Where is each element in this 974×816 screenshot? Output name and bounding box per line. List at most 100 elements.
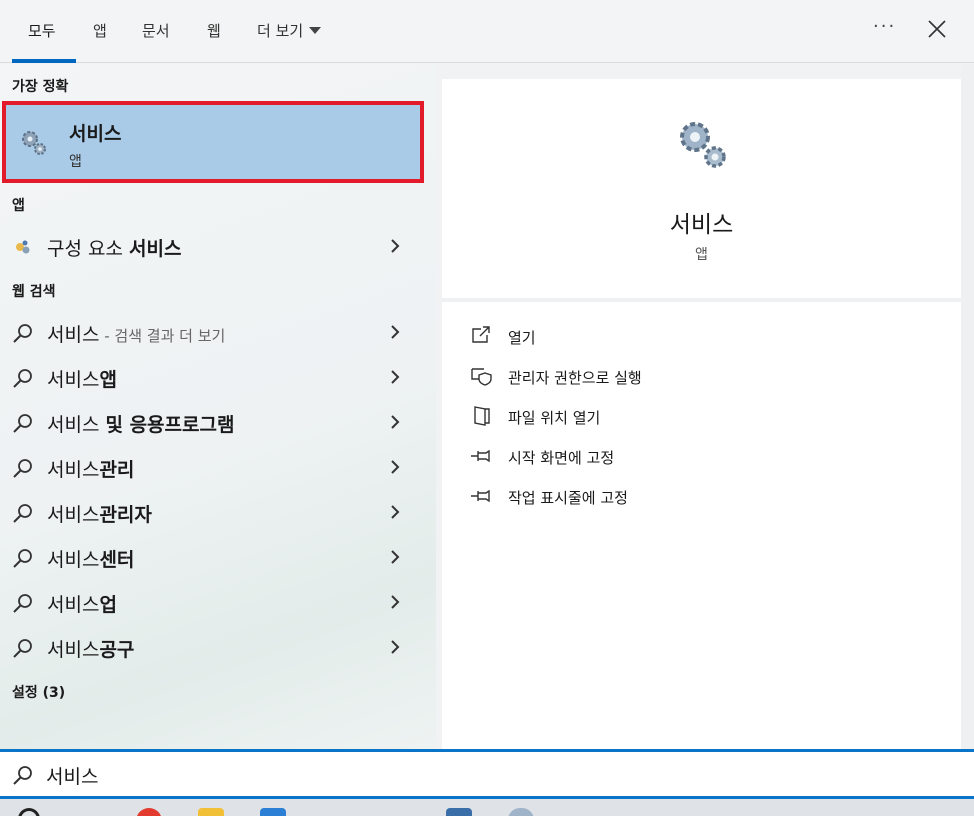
web-result[interactable]: 서비스 및 응용프로그램 xyxy=(0,400,424,444)
chevron-right-icon[interactable] xyxy=(389,548,401,566)
web-result-prefix: 서비스 xyxy=(47,369,100,391)
web-result[interactable]: 서비스관리 xyxy=(0,445,424,489)
search-icon xyxy=(13,549,32,568)
best-match-item[interactable]: 서비스 앱 xyxy=(2,101,424,183)
chevron-right-icon[interactable] xyxy=(389,458,401,476)
search-icon xyxy=(13,369,32,388)
search-icon xyxy=(13,324,32,343)
web-result-hint: - 검색 결과 더 보기 xyxy=(99,327,226,345)
action-pin-to-start[interactable]: 시작 화면에 고정 xyxy=(470,444,870,470)
search-input[interactable] xyxy=(46,758,926,792)
active-tab-indicator xyxy=(12,59,76,63)
chevron-right-icon[interactable] xyxy=(389,413,401,431)
web-result-label: 서비스센터 xyxy=(47,545,134,572)
search-icon xyxy=(13,414,32,433)
tab-all[interactable]: 모두 xyxy=(28,20,56,60)
search-icon xyxy=(13,639,32,658)
search-icon xyxy=(13,459,32,478)
web-result[interactable]: 서비스업 xyxy=(0,580,424,624)
web-result-bold: 관리자 xyxy=(99,504,152,526)
shield-icon xyxy=(471,368,492,386)
web-result-label: 서비스관리자 xyxy=(47,500,152,527)
detail-actions: 열기 관리자 권한으로 실행 파일 위치 열기 시작 화면에 고정 작업 표시줄… xyxy=(442,302,961,749)
tab-more-label: 더 보기 xyxy=(257,22,304,40)
open-icon xyxy=(472,326,490,343)
web-result-prefix: 서비스 xyxy=(47,324,100,346)
section-settings[interactable]: 설정 (3) xyxy=(12,682,65,702)
caret-down-icon xyxy=(309,27,322,34)
chevron-right-icon[interactable] xyxy=(389,593,401,611)
taskbar-store-icon[interactable] xyxy=(260,808,286,816)
chevron-right-icon[interactable] xyxy=(389,237,401,255)
chevron-right-icon[interactable] xyxy=(389,503,401,521)
action-label: 파일 위치 열기 xyxy=(508,409,601,427)
taskbar-services-icon[interactable] xyxy=(508,808,534,816)
search-tabbar: 모두 앱 문서 웹 더 보기 ··· xyxy=(0,0,974,63)
action-pin-to-taskbar[interactable]: 작업 표시줄에 고정 xyxy=(470,484,870,510)
pin-icon xyxy=(471,489,490,503)
detail-header: 서비스 앱 xyxy=(442,79,961,298)
chevron-right-icon[interactable] xyxy=(389,638,401,656)
web-result[interactable]: 서비스관리자 xyxy=(0,490,424,534)
best-match-title: 서비스 xyxy=(69,123,122,145)
search-icon xyxy=(13,766,32,785)
search-icon xyxy=(13,504,32,523)
web-result-bold: 공구 xyxy=(99,639,135,661)
web-result-prefix: 서비스 xyxy=(47,459,100,481)
web-result-prefix: 서비스 xyxy=(47,639,100,661)
detail-subtitle: 앱 xyxy=(695,247,708,263)
search-icon xyxy=(13,594,32,613)
action-label: 시작 화면에 고정 xyxy=(508,449,615,467)
web-result[interactable]: 서비스공구 xyxy=(0,625,424,669)
web-result-bold: 센터 xyxy=(99,549,135,571)
file-location-icon xyxy=(474,406,490,426)
chevron-right-icon[interactable] xyxy=(389,368,401,386)
web-result-bold: 앱 xyxy=(99,369,117,391)
close-icon[interactable] xyxy=(926,18,948,40)
action-label: 관리자 권한으로 실행 xyxy=(508,369,642,387)
gears-icon xyxy=(680,122,726,168)
web-result-prefix: 서비스 xyxy=(47,414,106,436)
web-result-prefix: 서비스 xyxy=(47,504,100,526)
web-result-label: 서비스관리 xyxy=(47,455,134,482)
app-result-prefix: 구성 요소 xyxy=(47,238,129,260)
action-label: 작업 표시줄에 고정 xyxy=(508,489,628,507)
tab-apps[interactable]: 앱 xyxy=(93,20,107,60)
tab-more[interactable]: 더 보기 xyxy=(257,20,322,60)
gears-icon xyxy=(22,131,46,155)
search-box xyxy=(0,749,974,799)
component-services-icon xyxy=(16,240,30,254)
app-result-label: 구성 요소 서비스 xyxy=(47,234,181,261)
taskbar xyxy=(0,799,974,816)
web-result-prefix: 서비스 xyxy=(47,549,100,571)
section-best-match: 가장 정확 xyxy=(12,79,69,95)
taskbar-folder-icon[interactable] xyxy=(198,808,224,816)
web-result-bold: 관리 xyxy=(99,459,135,481)
web-result[interactable]: 서비스센터 xyxy=(0,535,424,579)
tab-web[interactable]: 웹 xyxy=(207,20,221,60)
best-match-subtitle: 앱 xyxy=(69,154,82,170)
tab-documents[interactable]: 문서 xyxy=(142,20,170,60)
web-result-bold: 및 응용프로그램 xyxy=(105,414,235,436)
web-result-label: 서비스업 xyxy=(47,590,117,617)
taskbar-app-icon[interactable] xyxy=(136,808,162,816)
action-open[interactable]: 열기 xyxy=(470,324,870,350)
pin-icon xyxy=(471,449,490,463)
taskbar-app-icon[interactable] xyxy=(446,808,472,816)
web-result-prefix: 서비스 xyxy=(47,594,100,616)
web-result[interactable]: 서비스 - 검색 결과 더 보기 xyxy=(0,310,424,354)
app-result-component-services[interactable]: 구성 요소 서비스 xyxy=(0,224,424,268)
app-result-bold: 서비스 xyxy=(129,238,182,260)
action-label: 열기 xyxy=(508,329,536,347)
taskbar-search-icon[interactable] xyxy=(18,808,40,816)
web-result-label: 서비스앱 xyxy=(47,365,117,392)
section-web-search: 웹 검색 xyxy=(12,284,56,300)
web-result-label: 서비스 - 검색 결과 더 보기 xyxy=(47,320,225,347)
right-margin xyxy=(961,64,974,749)
section-apps: 앱 xyxy=(12,198,25,214)
action-open-file-location[interactable]: 파일 위치 열기 xyxy=(470,404,870,430)
ellipsis-icon[interactable]: ··· xyxy=(873,16,896,37)
chevron-right-icon[interactable] xyxy=(389,323,401,341)
web-result[interactable]: 서비스앱 xyxy=(0,355,424,399)
action-run-as-admin[interactable]: 관리자 권한으로 실행 xyxy=(470,364,870,390)
